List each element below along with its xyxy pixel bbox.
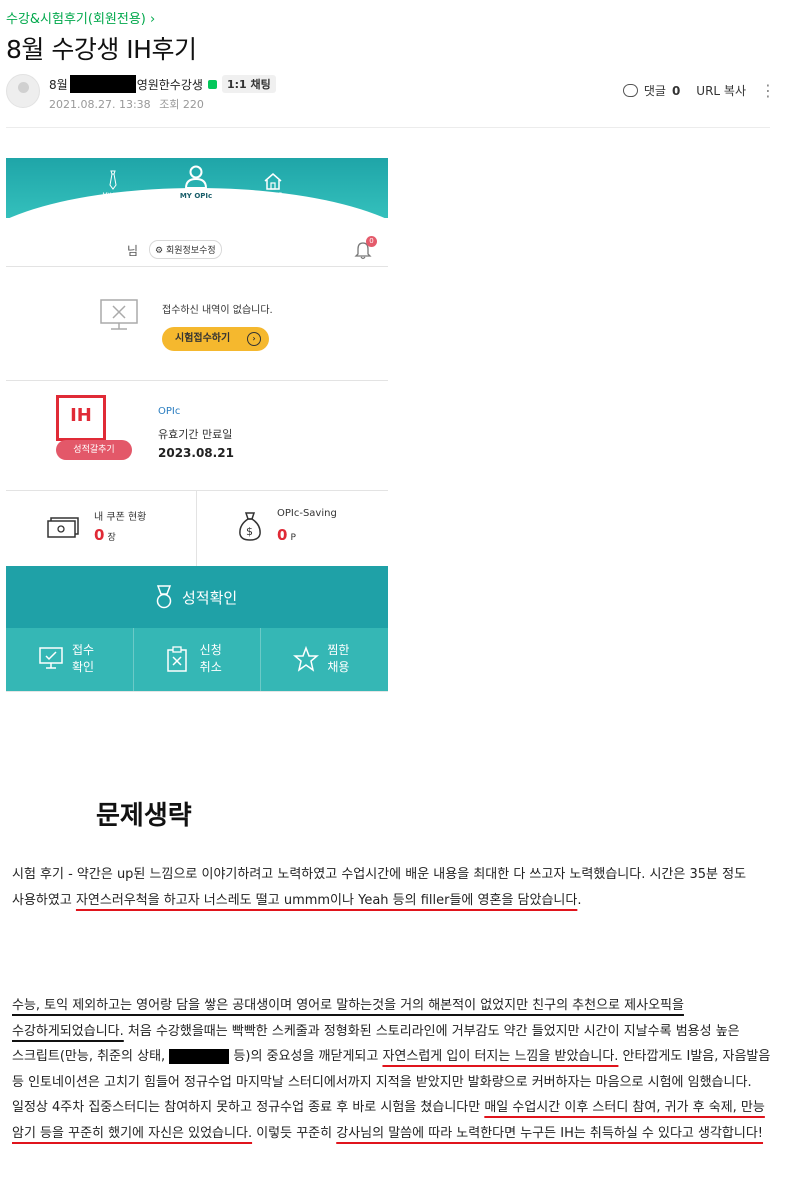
expire-date: 2023.08.21 bbox=[158, 446, 234, 460]
user-row: 님 ⚙ 회원정보수정 0 bbox=[6, 236, 388, 266]
app-divider bbox=[6, 380, 388, 381]
member-grade-icon bbox=[207, 79, 217, 89]
nav-myopic-label: MY OPIc bbox=[179, 192, 213, 200]
paragraph-text: . bbox=[577, 892, 582, 908]
coupon-value-row: 0장 bbox=[94, 526, 116, 544]
comment-count[interactable]: 0 bbox=[672, 84, 680, 98]
chat-button[interactable]: 1:1 채팅 bbox=[221, 75, 276, 93]
avatar[interactable] bbox=[6, 74, 40, 108]
app-divider bbox=[6, 490, 388, 491]
body-heading: 문제생략 bbox=[96, 801, 192, 831]
tab-application-check: 접수확인 bbox=[6, 628, 134, 691]
underlined-text: 강사님의 말씀에 따라 노력한다면 누구든 IH는 취득하실 수 있다고 생각합… bbox=[336, 1125, 764, 1141]
nav-myjob-label: MY JOB bbox=[102, 192, 124, 199]
tab-label: 신청취소 bbox=[200, 642, 222, 676]
view-count: 조회 220 bbox=[159, 98, 204, 111]
apply-exam-label: 시험접수하기 bbox=[175, 333, 231, 344]
info-edit-label: 회원정보수정 bbox=[165, 246, 216, 256]
saving-value: 0 bbox=[277, 526, 288, 544]
paragraph-text: 등)의 중요성을 깨닫게되고 bbox=[229, 1049, 383, 1064]
person-icon bbox=[184, 165, 208, 189]
tab-label-line2: 채용 bbox=[327, 660, 350, 674]
author-name-suffix[interactable]: 영원한수강생 bbox=[137, 76, 203, 93]
tab-label-line2: 확인 bbox=[72, 660, 95, 674]
tab-cancel-request: 신청취소 bbox=[134, 628, 262, 691]
comment-icon[interactable] bbox=[622, 84, 638, 97]
tab-label: 찜한채용 bbox=[327, 642, 349, 676]
result-check-button: 성적확인 bbox=[6, 566, 388, 628]
app-divider bbox=[6, 266, 388, 267]
vertical-divider bbox=[196, 490, 197, 566]
saving-unit: P bbox=[290, 533, 296, 543]
coupon-icon bbox=[47, 517, 79, 538]
nav-myjob: MY JOB bbox=[98, 170, 128, 199]
coupon-label: 내 쿠폰 현황 bbox=[94, 512, 147, 523]
chevron-right-icon: › bbox=[150, 12, 156, 27]
saving-label: OPIc-Saving bbox=[277, 508, 337, 519]
saving-value-row: 0P bbox=[277, 526, 296, 544]
notification-badge: 0 bbox=[366, 236, 377, 247]
bottom-tabs: 접수확인 신청취소 찜한채용 bbox=[6, 628, 388, 691]
result-check-label: 성적확인 bbox=[182, 589, 238, 607]
tab-label: 접수확인 bbox=[72, 642, 94, 676]
money-bag-icon: $ bbox=[239, 512, 261, 541]
paragraph-text: 이렇듯 꾸준히 bbox=[252, 1125, 337, 1141]
redaction-block bbox=[169, 1049, 230, 1064]
more-options-icon[interactable]: ⋮ bbox=[760, 82, 776, 99]
author-name-prefix[interactable]: 8월 bbox=[49, 76, 68, 93]
tab-label-line1: 찜한 bbox=[327, 643, 350, 657]
paragraph-exam-review: 시험 후기 - 약간은 up된 느낌으로 이야기하려고 노력하였고 수업시간에 … bbox=[12, 862, 776, 913]
author-row: 8월 영원한수강생 1:1 채팅 bbox=[49, 75, 276, 93]
tab-label-line1: 신청 bbox=[199, 643, 222, 657]
svg-text:$: $ bbox=[246, 525, 253, 538]
embedded-screenshot: MY JOB MY OPIc HOME 님 ⚙ 회원정보수정 0 접수하신 내역… bbox=[6, 158, 388, 692]
apply-exam-button: 시험접수하기 › bbox=[162, 327, 269, 351]
board-link[interactable]: 수강&시험후기(회원전용) › bbox=[6, 8, 155, 27]
post-meta: 2021.08.27. 13:38 조회 220 bbox=[49, 96, 209, 112]
url-copy-button[interactable]: URL 복사 bbox=[696, 82, 746, 99]
post-date: 2021.08.27. 13:38 bbox=[49, 98, 151, 111]
clipboard-x-icon bbox=[166, 646, 187, 672]
tab-saved-jobs: 찜한채용 bbox=[261, 628, 388, 691]
user-suffix: 님 bbox=[127, 244, 139, 258]
arrow-right-icon: › bbox=[247, 332, 261, 346]
medal-icon bbox=[156, 585, 172, 609]
star-icon bbox=[293, 646, 320, 672]
nav-home: HOME bbox=[258, 172, 288, 199]
grade-highlight: IH bbox=[56, 395, 106, 441]
post-title: 8월 수강생 IH후기 bbox=[6, 35, 197, 64]
paragraph-study-story: 수능, 토익 제외하고는 영어랑 담을 쌓은 공대생이며 영어로 말하는것을 거… bbox=[12, 993, 776, 1146]
info-edit-button: ⚙ 회원정보수정 bbox=[149, 240, 222, 259]
tie-icon bbox=[109, 170, 117, 190]
nav-myopic: MY OPIc bbox=[176, 164, 216, 200]
coupon-value: 0 bbox=[94, 526, 105, 544]
home-icon bbox=[264, 173, 282, 190]
monitor-check-icon bbox=[39, 647, 63, 669]
expire-label: 유효기간 만료일 bbox=[158, 428, 233, 441]
header-divider bbox=[6, 127, 770, 128]
no-record-message: 접수하신 내역이 없습니다. bbox=[162, 305, 273, 316]
tab-label-line1: 접수 bbox=[72, 643, 95, 657]
exam-name: OPIc bbox=[158, 406, 181, 417]
comment-label[interactable]: 댓글 bbox=[644, 82, 666, 99]
monitor-x-icon bbox=[100, 299, 138, 330]
underlined-text: 자연스럽게 입이 터지는 느낌을 받았습니다. bbox=[382, 1049, 619, 1064]
post-tools: 댓글 0 URL 복사 ⋮ bbox=[622, 82, 776, 99]
coupon-unit: 장 bbox=[107, 533, 116, 543]
tab-label-line2: 취소 bbox=[199, 660, 222, 674]
board-name[interactable]: 수강&시험후기(회원전용) bbox=[6, 12, 146, 27]
underlined-text: 자연스러우척을 하고자 너스레도 떨고 ummm이나 Yeah 등의 fille… bbox=[75, 892, 578, 908]
nav-home-label: HOME bbox=[263, 192, 283, 199]
author-name-redaction bbox=[69, 75, 136, 93]
gear-icon: ⚙ bbox=[155, 246, 164, 256]
score-button: 성적갈추기 bbox=[56, 440, 132, 460]
